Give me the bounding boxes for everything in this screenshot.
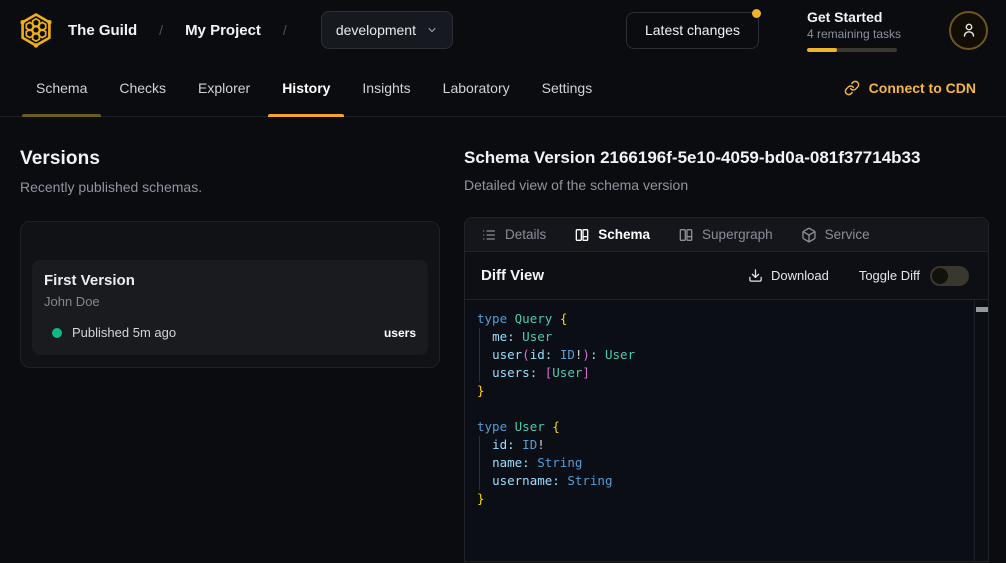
main-nav: Schema Checks Explorer History Insights … — [0, 60, 1006, 117]
schema-code-viewer[interactable]: type Query { me: User user(id: ID!): Use… — [465, 300, 988, 561]
toggle-diff-knob — [932, 268, 948, 284]
tab-settings[interactable]: Settings — [526, 60, 609, 116]
schema-version-subtitle: Detailed view of the schema version — [464, 177, 989, 193]
tab-checks[interactable]: Checks — [103, 60, 182, 116]
header-actions: Latest changes Get Started 4 remaining t… — [626, 9, 988, 52]
version-name: First Version — [44, 272, 416, 289]
notification-dot — [752, 9, 761, 18]
tab-service[interactable]: Service — [801, 227, 870, 243]
get-started-title: Get Started — [807, 9, 901, 25]
latest-changes-label: Latest changes — [645, 22, 740, 38]
target-select-value: development — [336, 22, 416, 38]
diff-actions: Download Toggle Diff — [748, 266, 969, 286]
version-author: John Doe — [44, 294, 416, 309]
schema-version-panel: Details Schema Sup — [464, 217, 989, 562]
code-scrollbar[interactable] — [974, 300, 988, 561]
tab-supergraph-label: Supergraph — [702, 227, 773, 242]
tab-supergraph[interactable]: Supergraph — [678, 227, 773, 243]
diff-view-title: Diff View — [481, 267, 544, 284]
toggle-diff-switch[interactable] — [930, 266, 969, 286]
tab-schema-view-label: Schema — [598, 227, 650, 242]
latest-changes-button[interactable]: Latest changes — [626, 12, 759, 49]
download-button[interactable]: Download — [748, 268, 829, 283]
version-list-item[interactable]: First Version John Doe Published 5m ago … — [32, 260, 428, 355]
version-status: Published 5m ago — [72, 325, 176, 340]
code-lines: type Query { me: User user(id: ID!): Use… — [465, 300, 988, 508]
version-view-tabs: Details Schema Sup — [465, 218, 988, 252]
versions-title: Versions — [20, 148, 440, 170]
breadcrumb: The Guild / My Project / development — [16, 10, 453, 50]
tab-details-label: Details — [505, 227, 546, 242]
target-select[interactable]: development — [321, 11, 453, 49]
toggle-diff-label: Toggle Diff — [859, 268, 920, 283]
code-scrollbar-thumb[interactable] — [976, 307, 988, 312]
cube-icon — [801, 227, 817, 243]
link-icon — [844, 80, 860, 96]
breadcrumb-separator: / — [159, 22, 163, 38]
breadcrumb-project[interactable]: My Project — [185, 22, 261, 39]
versions-subtitle: Recently published schemas. — [20, 179, 440, 195]
version-service-badge: users — [384, 326, 416, 340]
avatar[interactable] — [949, 11, 988, 50]
tab-insights[interactable]: Insights — [346, 60, 426, 116]
get-started-progress — [807, 48, 897, 52]
tab-schema[interactable]: Schema — [20, 60, 103, 116]
columns-icon — [678, 227, 694, 243]
tab-details[interactable]: Details — [481, 227, 546, 243]
schema-version-title: Schema Version 2166196f-5e10-4059-bd0a-0… — [464, 148, 989, 168]
versions-section: Versions Recently published schemas. Fir… — [20, 148, 440, 562]
versions-list: First Version John Doe Published 5m ago … — [20, 221, 440, 368]
connect-to-cdn-label: Connect to CDN — [869, 80, 976, 96]
breadcrumb-separator: / — [283, 22, 287, 38]
schema-version-section: Schema Version 2166196f-5e10-4059-bd0a-0… — [464, 148, 989, 562]
nav-tabs: Schema Checks Explorer History Insights … — [20, 60, 608, 116]
download-icon — [748, 268, 763, 283]
tab-laboratory[interactable]: Laboratory — [427, 60, 526, 116]
published-dot-icon — [52, 328, 62, 338]
breadcrumb-org[interactable]: The Guild — [68, 22, 137, 39]
diff-toolbar: Diff View Download Toggle Diff — [465, 252, 988, 300]
main-content: Versions Recently published schemas. Fir… — [0, 117, 1006, 562]
download-label: Download — [771, 268, 829, 283]
get-started-widget[interactable]: Get Started 4 remaining tasks — [807, 9, 901, 52]
tab-service-label: Service — [825, 227, 870, 242]
top-header: The Guild / My Project / development Lat… — [0, 0, 1006, 60]
tab-history[interactable]: History — [266, 60, 346, 116]
version-status-row: Published 5m ago users — [44, 325, 416, 340]
list-icon — [481, 227, 497, 243]
user-icon — [960, 21, 978, 39]
get-started-progress-fill — [807, 48, 837, 52]
guild-logo-icon[interactable] — [16, 10, 56, 50]
get-started-subtitle: 4 remaining tasks — [807, 27, 901, 41]
chevron-down-icon — [426, 24, 438, 36]
tab-schema-view[interactable]: Schema — [574, 227, 650, 243]
columns-icon — [574, 227, 590, 243]
connect-to-cdn-link[interactable]: Connect to CDN — [844, 60, 976, 116]
tab-explorer[interactable]: Explorer — [182, 60, 266, 116]
